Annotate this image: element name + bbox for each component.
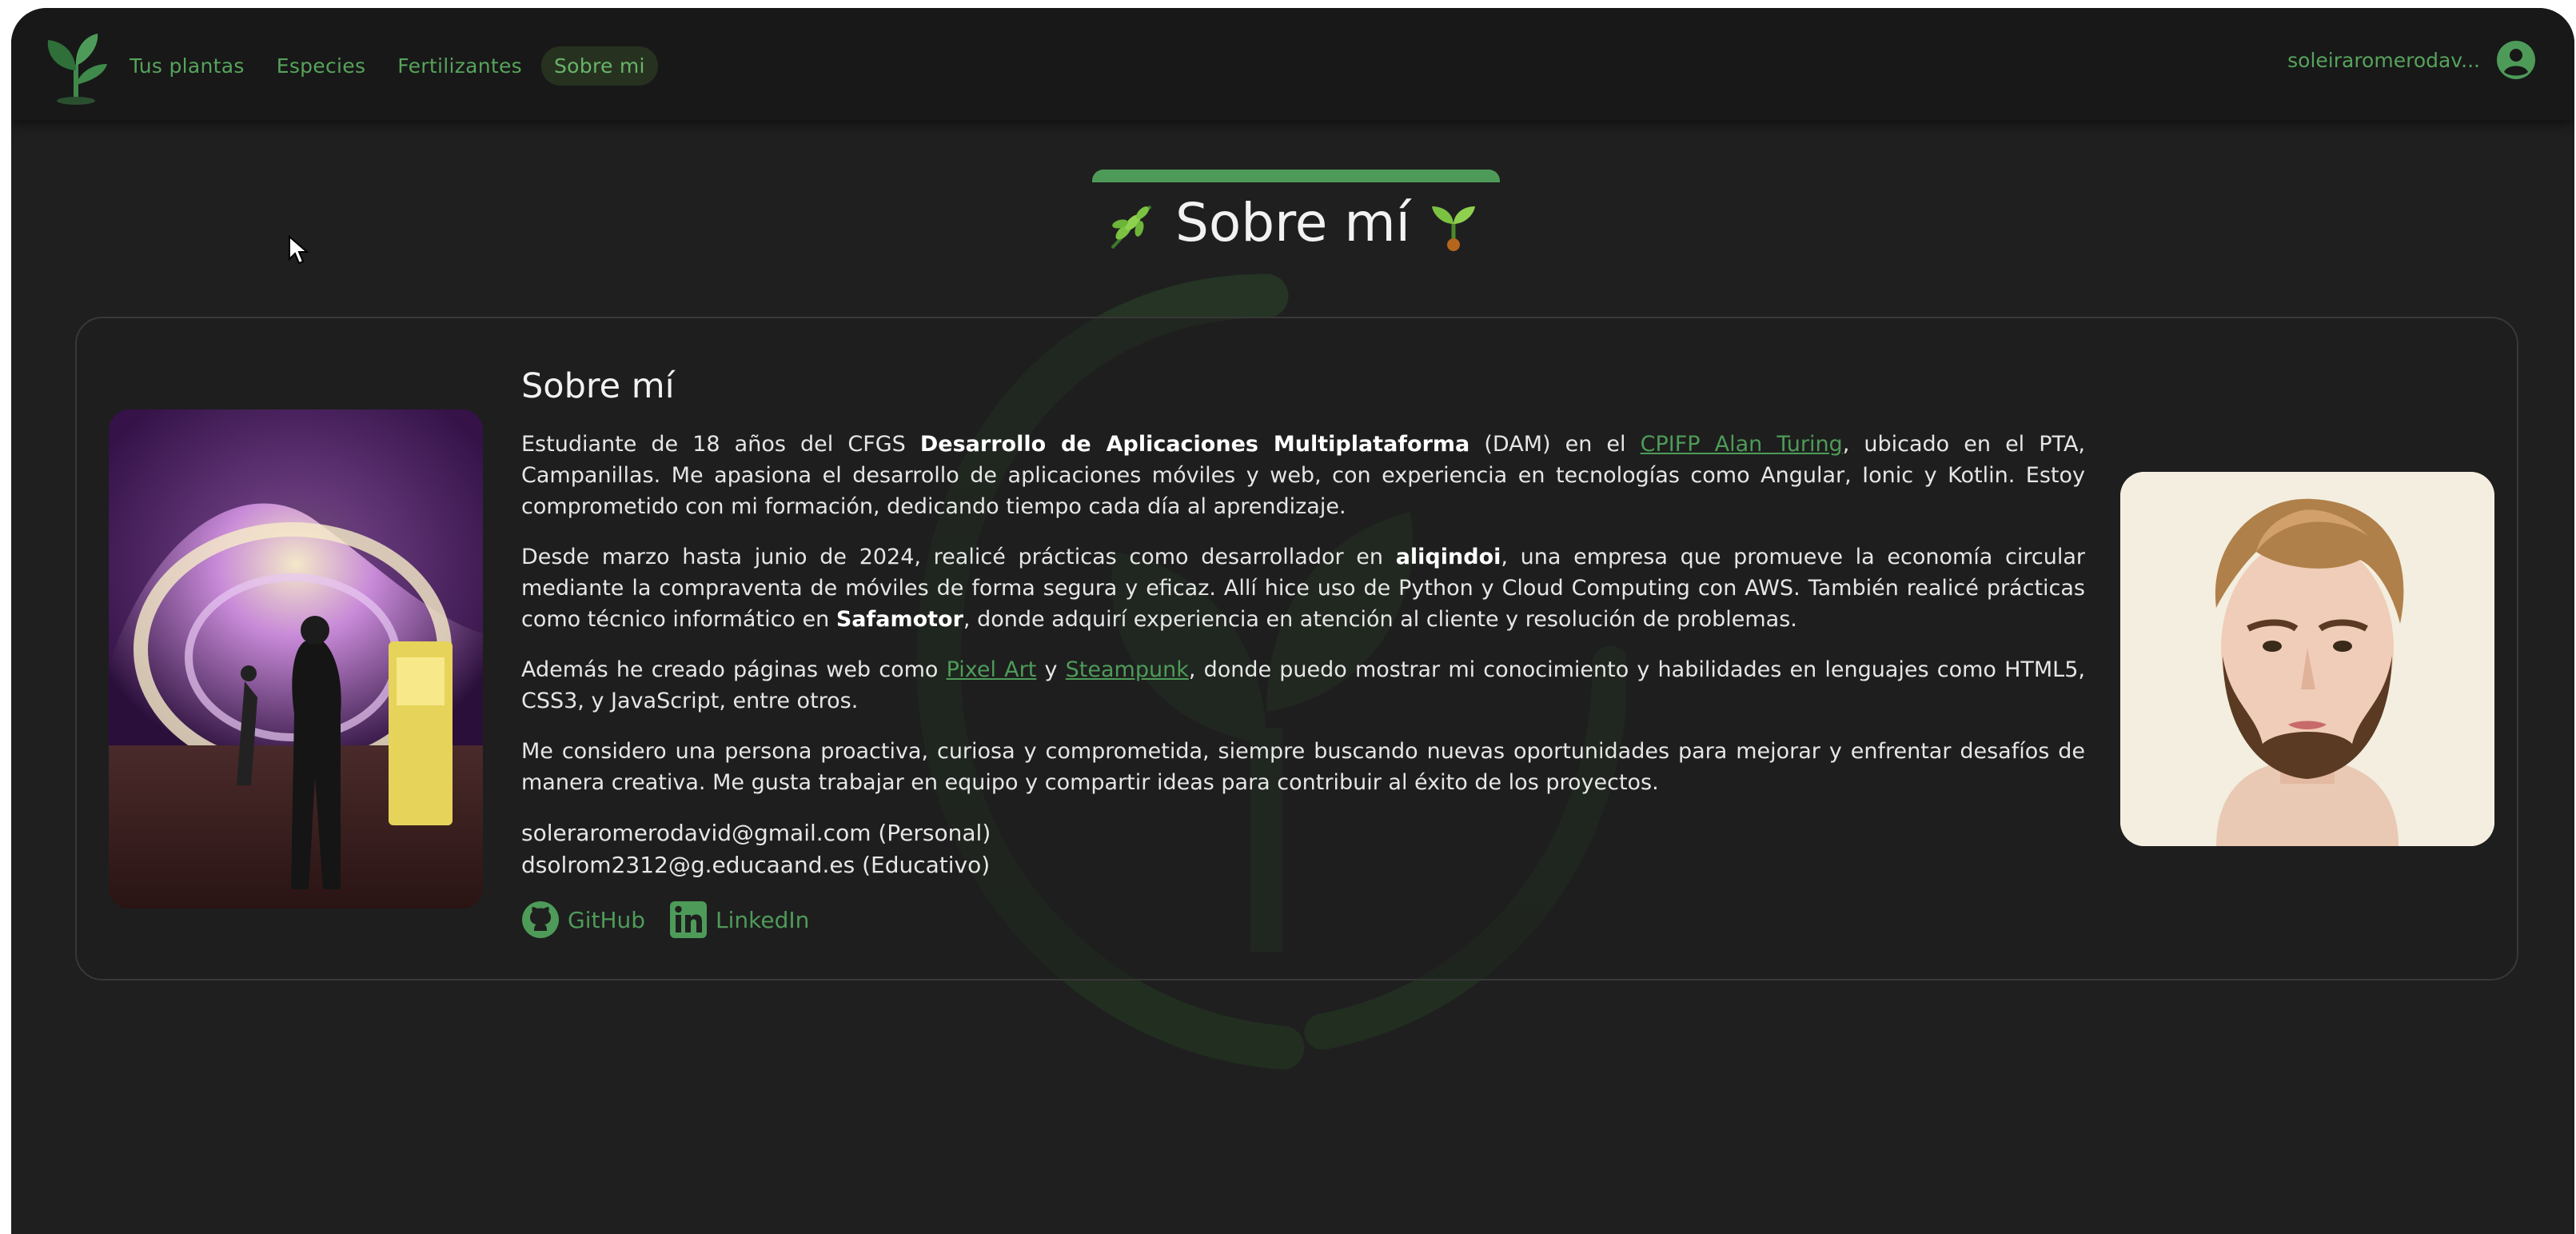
about-paragraph-4: Me considero una persona proactiva, curi… xyxy=(521,739,2085,795)
social-links: GitHub LinkedIn xyxy=(521,901,2085,939)
linkedin-link[interactable]: LinkedIn xyxy=(669,901,809,939)
about-card: Sobre mí Estudiante de 18 años del CFGS … xyxy=(75,317,2518,980)
about-paragraph-3: Además he creado páginas web como Pixel … xyxy=(521,654,2085,717)
linkedin-icon[interactable] xyxy=(669,901,708,939)
nav-fertilizantes[interactable]: Fertilizantes xyxy=(385,46,535,86)
about-paragraph-1: Estudiante de 18 años del CFGS Desarroll… xyxy=(521,429,2085,522)
about-paragraph-2: Desde marzo hasta junio de 2024, realicé… xyxy=(521,541,2085,635)
user-name[interactable]: soleiraromerodav... xyxy=(2287,49,2480,72)
p3-text-a: Además he creado páginas web como xyxy=(521,657,947,682)
p1-text-a: Estudiante de 18 años del CFGS xyxy=(521,432,920,457)
github-icon[interactable] xyxy=(521,901,560,939)
p2-bold-safamotor: Safamotor xyxy=(835,607,963,632)
email-educativo: dsolrom2312@g.educaand.es (Educativo) xyxy=(521,852,991,878)
nav-sobre-mi[interactable]: Sobre mi xyxy=(541,46,658,86)
title-accent-bar xyxy=(1092,170,1500,182)
link-cpifp-alan-turing[interactable]: CPIFP Alan Turing xyxy=(1641,432,1843,457)
email-personal: soleraromerodavid@gmail.com (Personal) xyxy=(521,820,991,846)
nav-tus-plantas[interactable]: Tus plantas xyxy=(117,46,257,86)
sprout-logo-icon[interactable] xyxy=(40,29,112,106)
link-steampunk[interactable]: Steampunk xyxy=(1066,657,1189,682)
seedling-icon xyxy=(1432,206,1476,251)
p2-bold-aliqindoi: aliqindoi xyxy=(1395,545,1501,569)
user-circle-icon[interactable] xyxy=(2496,40,2536,80)
about-heading: Sobre mí xyxy=(521,366,675,406)
navbar: Tus plantas Especies Fertilizantes Sobre… xyxy=(11,8,2574,120)
mouse-cursor-icon xyxy=(289,235,309,265)
p3-text-b: y xyxy=(1036,657,1066,682)
p1-text-c: (DAM) en el xyxy=(1469,432,1641,457)
linkedin-label[interactable]: LinkedIn xyxy=(716,907,809,933)
user-menu[interactable]: soleiraromerodav... xyxy=(2287,40,2536,80)
herb-icon xyxy=(1111,205,1152,250)
p2-text-a: Desde marzo hasta junio de 2024, realicé… xyxy=(521,545,1396,569)
nav-especies[interactable]: Especies xyxy=(264,46,379,86)
p2-text-e: , donde adquirí experiencia en atención … xyxy=(963,607,1797,632)
profile-photo xyxy=(2120,472,2494,846)
photo-garden-lights xyxy=(109,409,483,909)
page-title: Sobre mí xyxy=(11,192,2574,254)
page-title-text: Sobre mí xyxy=(1174,192,1411,254)
link-pixel-art[interactable]: Pixel Art xyxy=(947,657,1037,682)
github-link[interactable]: GitHub xyxy=(521,901,645,939)
p1-bold-dam: Desarrollo de Aplicaciones Multiplatafor… xyxy=(919,432,1470,457)
browser-window: Tus plantas Especies Fertilizantes Sobre… xyxy=(11,8,2574,1234)
github-label[interactable]: GitHub xyxy=(568,907,645,933)
